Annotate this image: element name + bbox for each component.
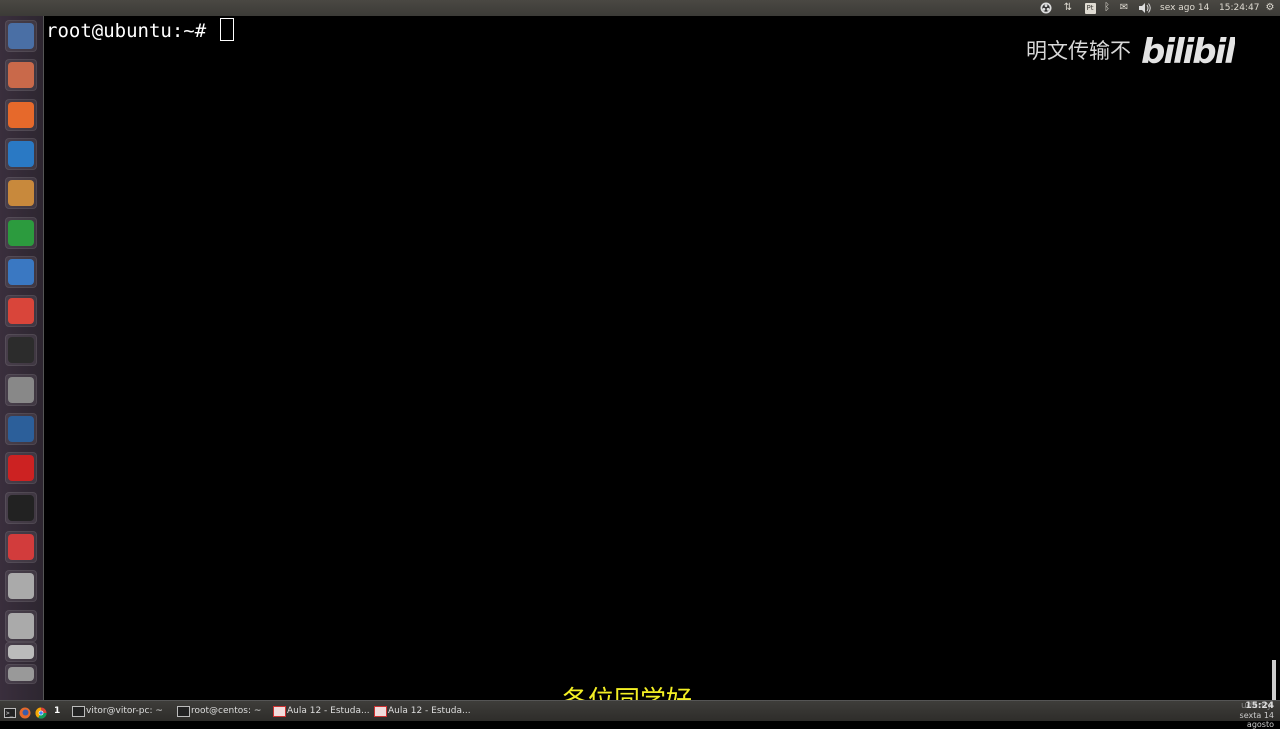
firefox-taskbar-icon[interactable] xyxy=(19,704,31,719)
panel-time[interactable]: 15:24:47 xyxy=(1219,0,1259,16)
obs-studio-icon[interactable] xyxy=(5,491,37,524)
terminal-cursor xyxy=(219,18,234,41)
firefox-icon[interactable] xyxy=(5,98,37,131)
usb-drive-icon[interactable] xyxy=(5,570,37,603)
virtualbox-icon[interactable] xyxy=(5,413,37,445)
task-label: Aula 12 - Estuda... xyxy=(388,706,470,716)
trash-glyph xyxy=(8,667,34,681)
terminal-prompt: root@ubuntu:~# xyxy=(46,20,218,42)
clock-time: 15:24 xyxy=(1245,701,1274,711)
task-label: vitor@vitor-pc: ~ xyxy=(86,706,163,716)
bilibili-logo: bilibili xyxy=(1141,32,1235,70)
libreoffice-writer-icon[interactable] xyxy=(5,137,37,170)
text-editor-glyph xyxy=(8,180,34,207)
usb-drive-icon-2[interactable] xyxy=(5,609,37,642)
virtualbox-glyph xyxy=(8,416,34,442)
task-label: Aula 12 - Estuda... xyxy=(287,706,369,716)
network-arrows-icon[interactable]: ⇅ xyxy=(1060,0,1076,16)
disk-utility-icon[interactable] xyxy=(5,373,37,406)
panel-date[interactable]: sex ago 14 xyxy=(1160,0,1209,16)
launcher xyxy=(0,16,44,700)
keyboard-layout-label: Pt xyxy=(1084,2,1096,14)
thunderbird-glyph xyxy=(8,258,34,285)
chrome-icon[interactable] xyxy=(5,295,37,328)
terminal-icon[interactable] xyxy=(5,334,37,367)
red-app-glyph xyxy=(8,533,34,560)
top-panel: ⇅ Pt ᛒ ✉ sex ago 14 15:24:47 ⚙ xyxy=(0,0,1280,16)
drive-glyph xyxy=(8,645,34,659)
ubuntu-dash-glyph xyxy=(8,23,34,49)
disk-utility-glyph xyxy=(8,376,34,403)
terminal-glyph xyxy=(8,337,34,364)
task-aula-12-1[interactable]: Aula 12 - Estuda... xyxy=(271,703,369,719)
task-label: root@centos: ~ xyxy=(191,706,262,716)
usb-drive-glyph xyxy=(8,612,34,639)
redhat-icon[interactable] xyxy=(5,452,37,485)
mail-icon[interactable]: ✉ xyxy=(1116,0,1132,16)
document-task-icon xyxy=(374,706,387,717)
ubuntu-dash-icon[interactable] xyxy=(5,20,37,52)
task-aula-12-2[interactable]: Aula 12 - Estuda... xyxy=(372,703,470,719)
firefox-glyph xyxy=(8,101,34,128)
drive-icon[interactable] xyxy=(5,642,37,662)
obs-studio-glyph xyxy=(8,494,34,521)
document-task-icon xyxy=(273,706,286,717)
terminal-task-icon xyxy=(177,706,190,717)
red-app-icon[interactable] xyxy=(5,530,37,563)
text-editor-icon[interactable] xyxy=(5,177,37,210)
terminal-prompt-line[interactable]: root@ubuntu:~# xyxy=(46,18,234,43)
terminal-task-icon xyxy=(72,706,85,717)
chrome-glyph xyxy=(8,298,34,325)
task-root-centos[interactable]: root@centos: ~ xyxy=(175,703,267,719)
workspace-indicator[interactable]: 1 xyxy=(54,701,60,721)
svg-text:>_: >_ xyxy=(6,710,14,717)
libreoffice-writer-glyph xyxy=(8,140,34,167)
clock-time-row: udemy 15:24 xyxy=(1210,701,1274,711)
terminal-window[interactable]: root@ubuntu:~# xyxy=(44,16,1276,700)
terminal-launcher-icon[interactable]: >_ xyxy=(4,704,16,718)
volume-icon[interactable] xyxy=(1136,0,1154,16)
bluetooth-icon[interactable]: ᛒ xyxy=(1100,0,1114,16)
clock-date: sexta 14 agosto xyxy=(1239,711,1274,729)
redhat-glyph xyxy=(8,455,34,482)
watermark: 明文传输不 bilibili xyxy=(1026,30,1235,70)
keyboard-layout-icon[interactable]: Pt xyxy=(1082,0,1098,16)
task-vitor-terminal[interactable]: vitor@vitor-pc: ~ xyxy=(70,703,164,719)
svg-text:bilibili: bilibili xyxy=(1141,32,1235,70)
watermark-text: 明文传输不 xyxy=(1026,39,1131,63)
libreoffice-calc-icon[interactable] xyxy=(5,216,37,249)
bottom-taskbar: >_ 1 vitor@vitor-pc: ~ root@centos: ~ Au… xyxy=(0,700,1280,729)
settings-gear-icon[interactable]: ⚙ xyxy=(1262,0,1278,16)
files-glyph xyxy=(8,62,34,89)
taskbar-clock[interactable]: udemy 15:24 sexta 14 agosto xyxy=(1210,701,1274,729)
obs-icon[interactable] xyxy=(1038,0,1054,16)
chrome-taskbar-icon[interactable] xyxy=(35,704,47,719)
thunderbird-icon[interactable] xyxy=(5,255,37,288)
files-icon[interactable] xyxy=(5,59,37,92)
libreoffice-calc-glyph xyxy=(8,219,34,246)
usb-drive-glyph xyxy=(8,573,34,600)
